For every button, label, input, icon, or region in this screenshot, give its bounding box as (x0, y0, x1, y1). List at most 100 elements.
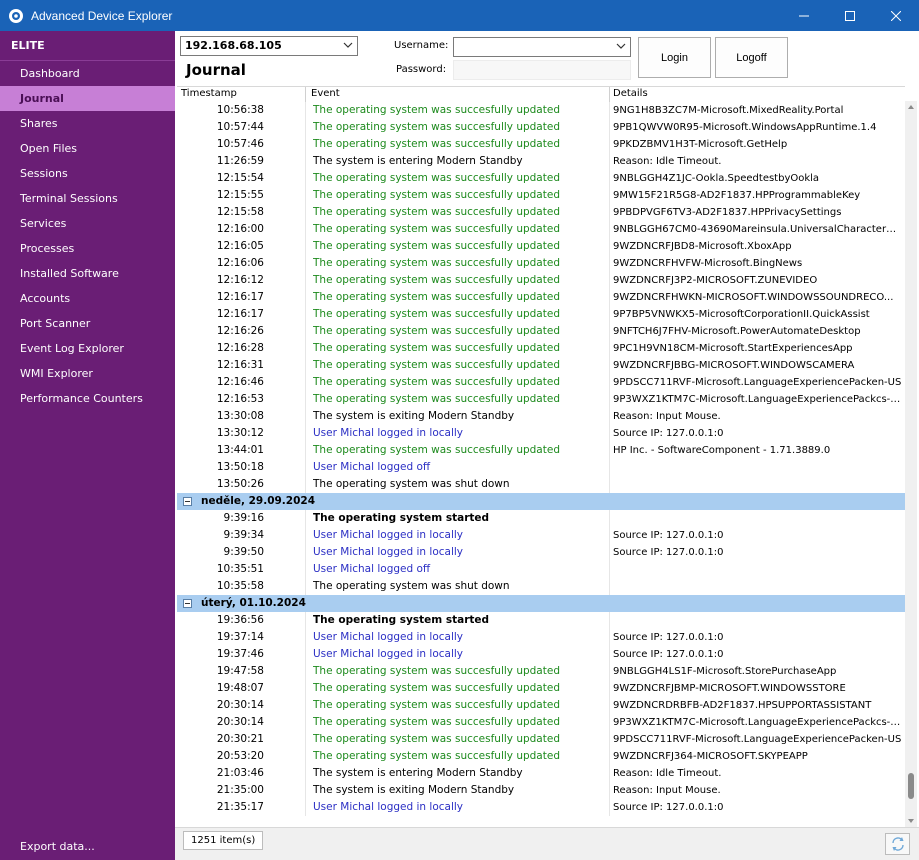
scroll-down-icon[interactable] (907, 817, 915, 825)
main-panel: 192.168.68.105 Journal Username: Passwor… (175, 31, 919, 860)
host-select[interactable]: 192.168.68.105 (180, 36, 358, 56)
password-field[interactable] (453, 60, 631, 80)
sidebar-item-services[interactable]: Services (0, 211, 175, 236)
table-row[interactable]: 20:53:20 The operating system was succesf… (177, 748, 905, 765)
collapse-toggle-icon[interactable] (183, 497, 192, 506)
grid-header: Timestamp Event Details (177, 87, 905, 102)
details-cell: 9NBLGGH4Z1JC-Ookla.SpeedtestbyOokla (613, 173, 820, 184)
table-row[interactable]: 10:35:58 The operating system was shut do… (177, 578, 905, 595)
table-row[interactable]: 12:16:17 The operating system was succesf… (177, 306, 905, 323)
sidebar-item-installed-software[interactable]: Installed Software (0, 261, 175, 286)
table-row[interactable]: 12:16:17 The operating system was succesf… (177, 289, 905, 306)
details-cell: 9P3WXZ1KTM7C-Microsoft.LanguageExperienc… (613, 717, 903, 728)
scroll-up-icon[interactable] (907, 103, 915, 111)
table-row[interactable]: 21:03:46 The system is entering Modern St… (177, 765, 905, 782)
table-row[interactable]: 13:50:26 The operating system was shut do… (177, 476, 905, 493)
date-group-header[interactable]: úterý, 01.10.2024 (177, 595, 905, 612)
table-row[interactable]: 12:16:05 The operating system was succesf… (177, 238, 905, 255)
sidebar-item-port-scanner[interactable]: Port Scanner (0, 311, 175, 336)
event-cell: The operating system was succesfully upd… (313, 308, 560, 320)
table-row[interactable]: 12:15:55 The operating system was succesf… (177, 187, 905, 204)
table-row[interactable]: 12:16:26 The operating system was succesf… (177, 323, 905, 340)
maximize-button[interactable] (827, 0, 873, 31)
collapse-toggle-icon[interactable] (183, 599, 192, 608)
table-row[interactable]: 21:35:00 The system is exiting Modern Sta… (177, 782, 905, 799)
details-cell: 9PC1H9VN18CM-Microsoft.StartExperiencesA… (613, 343, 853, 354)
timestamp-cell: 12:16:28 (216, 342, 264, 354)
login-button[interactable]: Login (638, 37, 711, 78)
table-row[interactable]: 21:35:17 User Michal logged in locally Sou… (177, 799, 905, 816)
table-row[interactable]: 12:16:53 The operating system was succesf… (177, 391, 905, 408)
event-cell: The operating system was succesfully upd… (313, 342, 560, 354)
sidebar-item-journal[interactable]: Journal (0, 86, 175, 111)
table-row[interactable]: 10:56:38 The operating system was succesf… (177, 102, 905, 119)
sidebar-item-wmi-explorer[interactable]: WMI Explorer (0, 361, 175, 386)
sidebar-item-shares[interactable]: Shares (0, 111, 175, 136)
host-value: 192.168.68.105 (185, 39, 282, 52)
chevron-down-icon (616, 43, 626, 49)
table-row[interactable]: 10:35:51 User Michal logged off (177, 561, 905, 578)
table-row[interactable]: 13:50:18 User Michal logged off (177, 459, 905, 476)
timestamp-cell: 9:39:16 (223, 512, 264, 524)
table-row[interactable]: 9:39:34 User Michal logged in locally Sour… (177, 527, 905, 544)
column-header-details[interactable]: Details (613, 88, 648, 99)
username-select[interactable] (453, 37, 631, 57)
table-row[interactable]: 9:39:50 User Michal logged in locally Sour… (177, 544, 905, 561)
details-cell: Source IP: 127.0.0.1:0 (613, 428, 724, 439)
table-row[interactable]: 20:30:21 The operating system was succesf… (177, 731, 905, 748)
column-header-timestamp[interactable]: Timestamp (181, 88, 237, 99)
table-row[interactable]: 19:47:58 The operating system was succesf… (177, 663, 905, 680)
table-row[interactable]: 9:39:16 The operating system started (177, 510, 905, 527)
table-row[interactable]: 13:30:08 The system is exiting Modern Sta… (177, 408, 905, 425)
sidebar-item-processes[interactable]: Processes (0, 236, 175, 261)
table-row[interactable]: 12:16:31 The operating system was succesf… (177, 357, 905, 374)
table-row[interactable]: 12:16:28 The operating system was succesf… (177, 340, 905, 357)
column-header-event[interactable]: Event (311, 88, 340, 99)
table-row[interactable]: 12:16:00 The operating system was succesf… (177, 221, 905, 238)
timestamp-cell: 12:16:17 (216, 308, 264, 320)
table-row[interactable]: 12:16:46 The operating system was succesf… (177, 374, 905, 391)
table-row[interactable]: 13:44:01 The operating system was succesf… (177, 442, 905, 459)
table-row[interactable]: 19:36:56 The operating system started (177, 612, 905, 629)
sidebar-item-open-files[interactable]: Open Files (0, 136, 175, 161)
table-row[interactable]: 13:30:12 User Michal logged in locally Sou… (177, 425, 905, 442)
table-row[interactable]: 12:15:54 The operating system was succesf… (177, 170, 905, 187)
table-row[interactable]: 12:15:58 The operating system was succesf… (177, 204, 905, 221)
timestamp-cell: 9:39:50 (223, 546, 264, 558)
timestamp-cell: 9:39:34 (223, 529, 264, 541)
table-row[interactable]: 12:16:06 The operating system was succesf… (177, 255, 905, 272)
table-row[interactable]: 19:37:46 User Michal logged in locally Sou… (177, 646, 905, 663)
details-cell: 9NFTCH6J7FHV-Microsoft.PowerAutomateDesk… (613, 326, 861, 337)
table-row[interactable]: 20:30:14 The operating system was succesf… (177, 697, 905, 714)
sidebar-item-terminal-sessions[interactable]: Terminal Sessions (0, 186, 175, 211)
date-group-header[interactable]: neděle, 29.09.2024 (177, 493, 905, 510)
sidebar-item-performance-counters[interactable]: Performance Counters (0, 386, 175, 411)
event-cell: The operating system started (313, 512, 490, 524)
event-cell: The operating system was succesfully upd… (313, 393, 560, 405)
table-row[interactable]: 19:37:14 User Michal logged in locally Sou… (177, 629, 905, 646)
timestamp-cell: 12:16:12 (216, 274, 264, 286)
export-data-link[interactable]: Export data... (20, 840, 95, 853)
sidebar-item-event-log-explorer[interactable]: Event Log Explorer (0, 336, 175, 361)
event-cell: The operating system was succesfully upd… (313, 716, 560, 728)
close-button[interactable] (873, 0, 919, 31)
sidebar-item-accounts[interactable]: Accounts (0, 286, 175, 311)
table-row[interactable]: 19:48:07 The operating system was succesf… (177, 680, 905, 697)
vertical-scrollbar[interactable] (905, 101, 917, 827)
table-row[interactable]: 10:57:46 The operating system was succesf… (177, 136, 905, 153)
sidebar-item-sessions[interactable]: Sessions (0, 161, 175, 186)
timestamp-cell: 19:37:46 (216, 648, 264, 660)
event-cell: The operating system was shut down (313, 478, 510, 490)
refresh-button[interactable] (885, 833, 910, 855)
table-row[interactable]: 20:30:14 The operating system was succesf… (177, 714, 905, 731)
password-label: Password: (396, 64, 447, 75)
scrollbar-thumb[interactable] (908, 773, 914, 799)
date-group-label: úterý, 01.10.2024 (201, 597, 306, 609)
logoff-button[interactable]: Logoff (715, 37, 788, 78)
table-row[interactable]: 10:57:44 The operating system was succesf… (177, 119, 905, 136)
timestamp-cell: 20:30:14 (216, 699, 264, 711)
minimize-button[interactable] (781, 0, 827, 31)
sidebar-item-dashboard[interactable]: Dashboard (0, 61, 175, 86)
table-row[interactable]: 12:16:12 The operating system was succesf… (177, 272, 905, 289)
table-row[interactable]: 11:26:59 The system is entering Modern St… (177, 153, 905, 170)
